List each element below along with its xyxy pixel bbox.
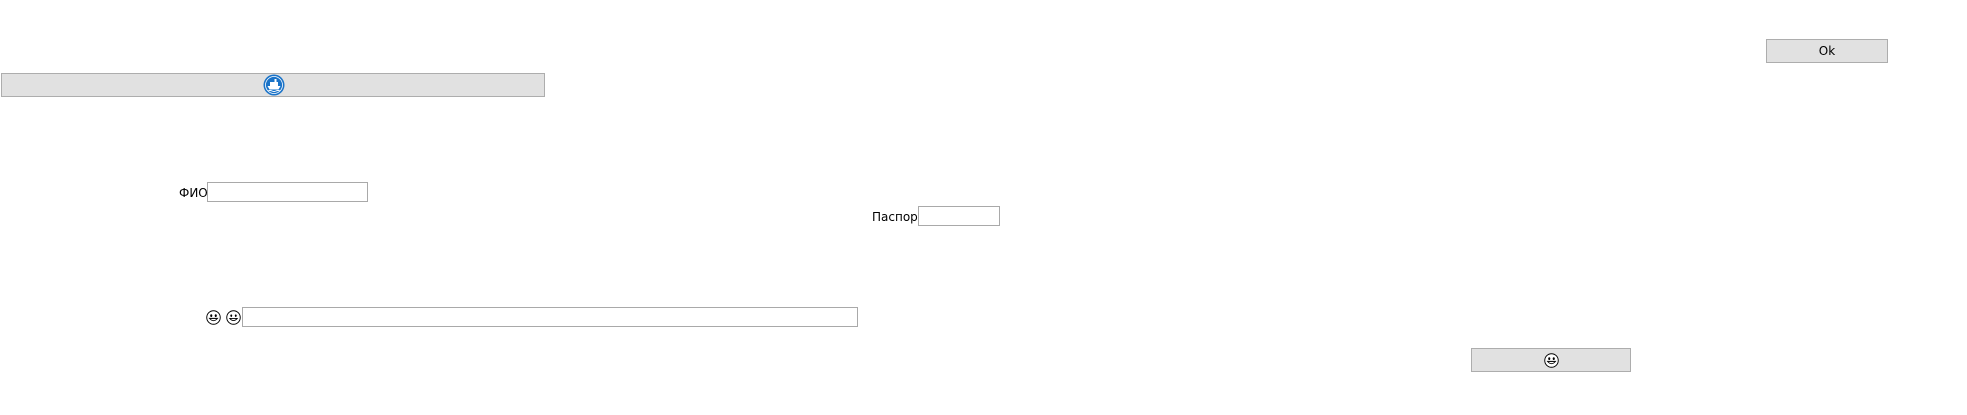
wide-text-input[interactable] bbox=[242, 307, 858, 327]
passport-label: Паспорт bbox=[872, 210, 925, 224]
face-button[interactable] bbox=[1471, 348, 1631, 372]
passport-input[interactable] bbox=[918, 206, 1000, 226]
fio-label: ФИО bbox=[179, 186, 208, 200]
grinning-face-icon bbox=[1543, 352, 1559, 368]
ok-button[interactable]: Ok bbox=[1766, 39, 1888, 63]
grinning-face-icon bbox=[226, 310, 241, 325]
grinning-face-icon bbox=[206, 310, 221, 325]
ship-icon bbox=[263, 74, 285, 96]
fio-input[interactable] bbox=[207, 182, 368, 202]
ok-button-label: Ok bbox=[1818, 44, 1836, 58]
ship-button[interactable] bbox=[1, 73, 545, 97]
